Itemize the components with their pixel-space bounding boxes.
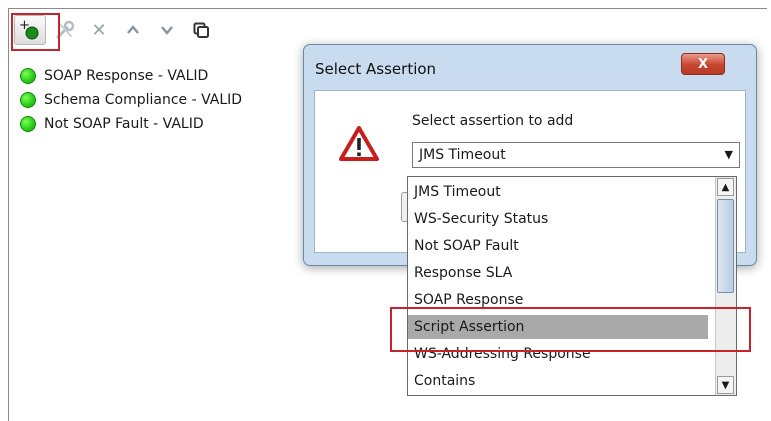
assertion-label: Schema Compliance - VALID <box>44 92 243 108</box>
scroll-down-icon[interactable]: ▼ <box>717 376 734 394</box>
dropdown-arrow-icon: ▼ <box>724 148 733 161</box>
dialog-title: Select Assertion <box>315 60 437 78</box>
chevron-up-icon <box>127 25 139 34</box>
scrollbar-thumb[interactable] <box>717 199 734 293</box>
assertion-label: Not SOAP Fault - VALID <box>44 116 204 132</box>
assertion-item[interactable]: Schema Compliance - VALID <box>20 88 242 112</box>
warning-icon <box>339 126 379 161</box>
chevron-down-icon <box>161 26 173 35</box>
assertion-dropdown-list[interactable]: JMS Timeout WS-Security Status Not SOAP … <box>407 176 737 396</box>
valid-status-icon <box>20 116 36 132</box>
move-down-button[interactable] <box>152 16 182 44</box>
valid-status-icon <box>20 92 36 108</box>
assertion-item[interactable]: Not SOAP Fault - VALID <box>20 112 242 136</box>
dropdown-option[interactable]: Response SLA <box>408 261 708 285</box>
assertion-select[interactable]: JMS Timeout ▼ <box>412 142 740 168</box>
dropdown-option[interactable]: Not SOAP Fault <box>408 234 708 258</box>
select-value: JMS Timeout <box>419 147 506 163</box>
valid-status-icon <box>20 68 36 84</box>
dialog-close-button[interactable]: X <box>681 53 725 75</box>
dropdown-option[interactable]: JMS Timeout <box>408 180 708 204</box>
assertion-label: SOAP Response - VALID <box>44 68 209 84</box>
dialog-prompt: Select assertion to add <box>412 113 574 129</box>
dropdown-option[interactable]: WS-Security Status <box>408 207 708 231</box>
dropdown-scrollbar[interactable]: ▲ ▼ <box>715 177 736 395</box>
assertion-list: SOAP Response - VALID Schema Compliance … <box>20 64 242 136</box>
add-button-highlight <box>11 13 60 51</box>
dropdown-option[interactable]: Contains <box>408 369 708 393</box>
copy-assertion-button[interactable] <box>186 16 216 44</box>
close-icon: X <box>697 56 709 72</box>
remove-assertion-button[interactable]: ✕ <box>84 16 114 44</box>
script-assertion-highlight <box>390 307 751 352</box>
close-icon: ✕ <box>91 19 107 41</box>
scroll-up-icon[interactable]: ▲ <box>717 178 734 196</box>
move-up-button[interactable] <box>118 16 148 44</box>
copy-icon <box>193 22 209 38</box>
assertion-item[interactable]: SOAP Response - VALID <box>20 64 242 88</box>
